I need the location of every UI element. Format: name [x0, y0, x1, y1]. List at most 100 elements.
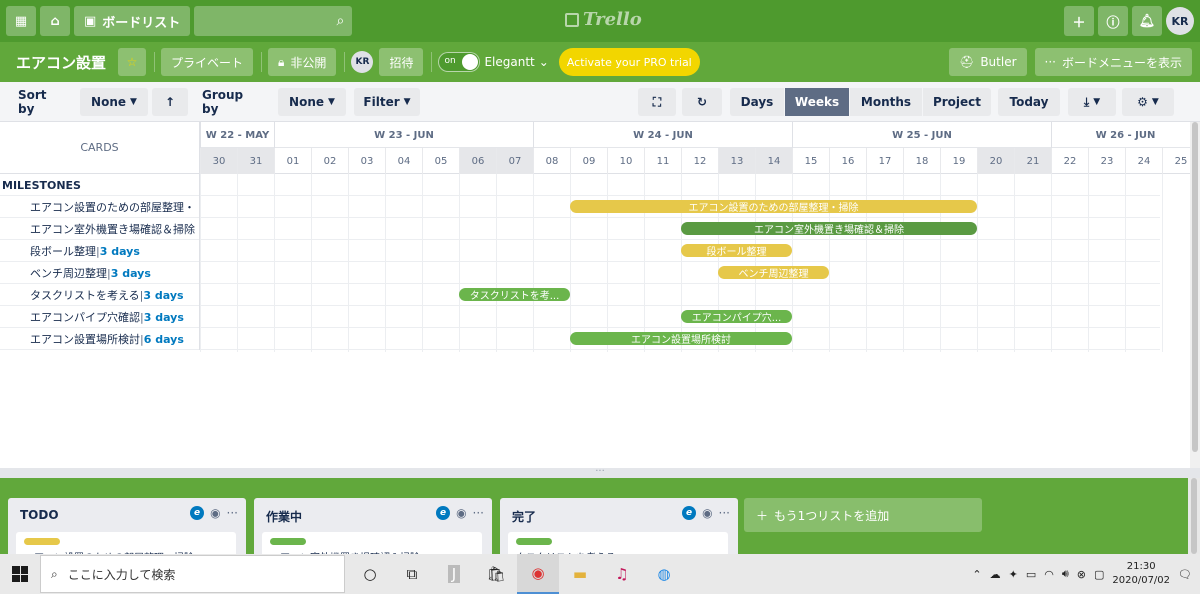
settings-dropdown[interactable]: ⚙ ▼: [1122, 88, 1174, 116]
action-center-icon[interactable]: 🗨︎: [1178, 568, 1192, 581]
board-list-label: ボードリスト: [102, 15, 181, 31]
list-card[interactable]: エアコン設置のための部屋整理・掃除: [16, 532, 236, 554]
invite-button[interactable]: 招待: [379, 48, 424, 76]
list-card[interactable]: タスクリストを考える: [508, 532, 728, 554]
star-button[interactable]: ☆: [118, 48, 147, 76]
scrollbar-thumb[interactable]: [1191, 478, 1197, 554]
close-circle-icon[interactable]: ⊗: [1077, 568, 1086, 581]
elegantt-icon[interactable]: e: [436, 506, 451, 520]
list-column: 完了 e ◉ ··· タスクリストを考える: [500, 498, 738, 554]
privacy-button[interactable]: 🔒︎ 非公開: [268, 48, 337, 76]
more-icon[interactable]: ···: [719, 506, 730, 520]
task-label[interactable]: タスクリストを考える | 3 days: [0, 284, 200, 306]
chrome-button[interactable]: ◉: [517, 554, 559, 594]
add-list-button[interactable]: ＋ もう1つリストを追加: [744, 498, 982, 532]
task-label[interactable]: エアコン室外機置き場確認＆掃除: [0, 218, 200, 240]
export-dropdown[interactable]: ⤓ ▼: [1068, 88, 1116, 116]
eye-icon[interactable]: ◉: [702, 506, 712, 520]
app-j-button[interactable]: J: [433, 554, 475, 594]
eye-icon[interactable]: ◉: [456, 506, 466, 520]
music-app-button[interactable]: ♫: [601, 554, 643, 594]
scrollbar-thumb[interactable]: [1192, 122, 1198, 452]
elegantt-powerup-menu[interactable]: Elegantt ⌄: [484, 55, 548, 69]
notifications-button[interactable]: 🔔︎: [1132, 6, 1162, 36]
sort-dropdown[interactable]: None ▼: [80, 88, 148, 116]
gantt-task-row[interactable]: ベンチ周辺整理 | 3 days ベンチ周辺整理: [0, 262, 1160, 284]
refresh-button[interactable]: ↻: [682, 88, 722, 116]
start-button[interactable]: [0, 554, 40, 594]
search-input[interactable]: ⌕: [194, 6, 353, 36]
wifi-icon[interactable]: ◠: [1044, 568, 1054, 581]
elegantt-icon[interactable]: e: [682, 506, 697, 520]
group-dropdown[interactable]: None ▼: [278, 88, 346, 116]
list-title[interactable]: 完了: [512, 508, 536, 525]
gantt-bar[interactable]: エアコン室外機置き場確認＆掃除: [681, 222, 977, 235]
taskbar-clock[interactable]: 21:30 2020/07/02: [1112, 560, 1170, 588]
system-tray: ⌃ ☁ ✦ ▭ ◠ 🔊︎ ⊗ ▢ 21:30 2020/07/02 🗨︎: [972, 554, 1192, 594]
cloud-icon[interactable]: ☁: [990, 568, 1001, 581]
elegantt-icon[interactable]: e: [190, 506, 205, 520]
panel-resize-handle[interactable]: ···: [0, 467, 1200, 478]
today-button[interactable]: Today: [998, 88, 1060, 116]
view-months-button[interactable]: Months: [850, 88, 922, 116]
gantt-task-row[interactable]: 段ボール整理 | 3 days 段ボール整理: [0, 240, 1160, 262]
file-explorer-button[interactable]: ▬: [559, 554, 601, 594]
sort-direction-button[interactable]: ↑: [152, 88, 188, 116]
board-title[interactable]: エアコン設置: [16, 52, 106, 73]
volume-icon[interactable]: 🔊︎: [1062, 567, 1069, 581]
user-avatar[interactable]: KR: [1166, 7, 1194, 35]
task-label[interactable]: ベンチ周辺整理 | 3 days: [0, 262, 200, 284]
gantt-bar[interactable]: エアコンパイプ穴...: [681, 310, 792, 323]
info-button[interactable]: ⓘ: [1098, 6, 1128, 36]
view-days-button[interactable]: Days: [730, 88, 784, 116]
more-icon[interactable]: ···: [227, 506, 238, 520]
create-button[interactable]: ＋: [1064, 6, 1094, 36]
task-label[interactable]: エアコン設置場所検討 | 6 days: [0, 328, 200, 350]
gantt-task-row[interactable]: エアコン設置のための部屋整理・ エアコン設置のための部屋整理・掃除: [0, 196, 1160, 218]
edge-button[interactable]: ◍: [643, 554, 685, 594]
gantt-bar[interactable]: エアコン設置場所検討: [570, 332, 792, 345]
pro-trial-button[interactable]: Activate your PRO trial: [558, 48, 700, 76]
taskbar-search-input[interactable]: ⌕ ここに入力して検索: [40, 555, 345, 593]
member-avatar[interactable]: KR: [351, 51, 374, 73]
tray-expand-icon[interactable]: ⌃: [972, 568, 981, 581]
view-weeks-button[interactable]: Weeks: [785, 88, 849, 116]
butler-button[interactable]: ⛑︎ Butler: [949, 48, 1027, 76]
gantt-scrollbar[interactable]: [1190, 122, 1200, 468]
task-label[interactable]: 段ボール整理 | 3 days: [0, 240, 200, 262]
cortana-button[interactable]: ○: [349, 554, 391, 594]
dropbox-icon[interactable]: ✦: [1009, 568, 1018, 581]
home-button[interactable]: ⌂: [40, 6, 70, 36]
elegantt-toggle[interactable]: on: [438, 52, 481, 72]
battery-icon[interactable]: ▭: [1026, 568, 1036, 581]
task-label[interactable]: エアコン設置のための部屋整理・: [0, 196, 200, 218]
store-button[interactable]: 🛍︎: [475, 554, 517, 594]
gantt-task-row[interactable]: タスクリストを考える | 3 days タスクリストを考...: [0, 284, 1160, 306]
gantt-bar[interactable]: エアコン設置のための部屋整理・掃除: [570, 200, 977, 213]
fullscreen-button[interactable]: ⛶: [638, 88, 676, 116]
task-view-button[interactable]: ⧉: [391, 554, 433, 594]
lists-scrollbar[interactable]: [1188, 478, 1200, 554]
apps-grid-button[interactable]: ▦: [6, 6, 36, 36]
gantt-task-row[interactable]: エアコン設置場所検討 | 6 days エアコン設置場所検討: [0, 328, 1160, 350]
task-label[interactable]: エアコンパイプ穴確認 | 3 days: [0, 306, 200, 328]
notification-box-icon[interactable]: ▢: [1094, 568, 1104, 581]
gantt-bar[interactable]: ベンチ周辺整理: [718, 266, 829, 279]
plus-icon: ＋: [1072, 15, 1086, 31]
gantt-task-row[interactable]: エアコンパイプ穴確認 | 3 days エアコンパイプ穴...: [0, 306, 1160, 328]
team-visibility-button[interactable]: プライベート: [161, 48, 254, 76]
edge-icon: ◍: [657, 565, 671, 583]
list-title[interactable]: 作業中: [266, 508, 302, 525]
gantt-task-row[interactable]: エアコン室外機置き場確認＆掃除 エアコン室外機置き場確認＆掃除: [0, 218, 1160, 240]
filter-dropdown[interactable]: Filter ▼: [354, 88, 420, 116]
eye-icon[interactable]: ◉: [210, 506, 220, 520]
view-project-button[interactable]: Project: [923, 88, 991, 116]
more-icon[interactable]: ···: [473, 506, 484, 520]
trello-logo[interactable]: Trello: [565, 9, 642, 30]
list-title[interactable]: TODO: [20, 508, 59, 522]
gantt-bar[interactable]: タスクリストを考...: [459, 288, 570, 301]
gantt-bar[interactable]: 段ボール整理: [681, 244, 792, 257]
board-menu-button[interactable]: ··· ボードメニューを表示: [1034, 48, 1192, 76]
board-list-button[interactable]: ▣ ボードリスト: [74, 6, 191, 36]
list-card[interactable]: エアコン室外機置き場確認＆掃除: [262, 532, 482, 554]
